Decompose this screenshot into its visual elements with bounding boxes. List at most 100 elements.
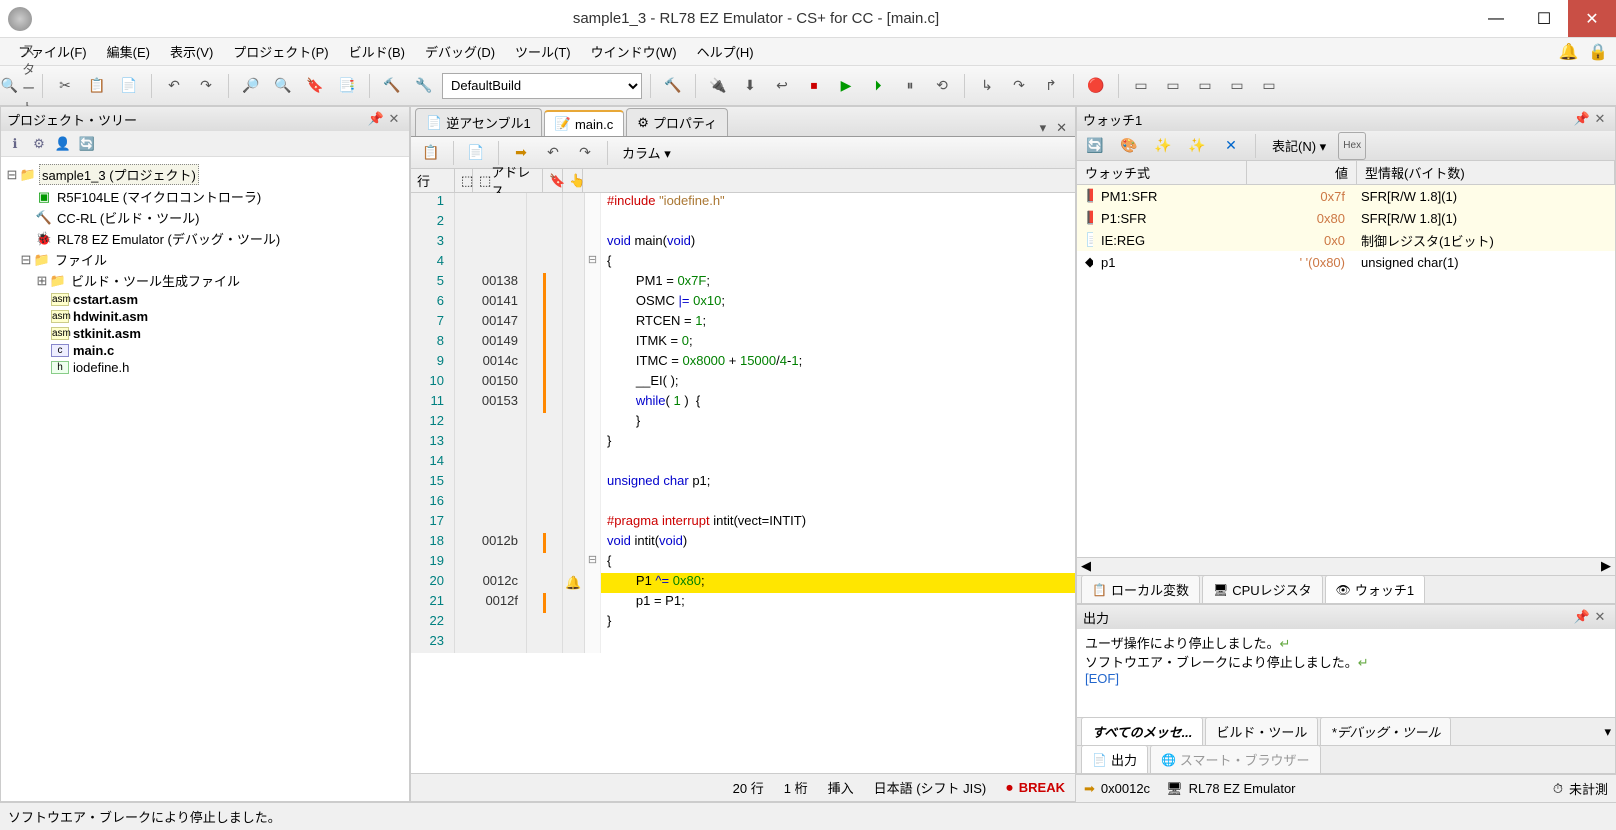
menu-view[interactable]: 表示(V) — [160, 38, 223, 65]
rebuild-icon[interactable]: 🔧 — [410, 72, 438, 100]
tree-files[interactable]: ⊟📁ファイル — [5, 249, 405, 270]
watch-list[interactable]: 📕PM1:SFR0x7fSFR[R/W 1.8](1)📕P1:SFR0x80SF… — [1077, 185, 1615, 557]
maximize-button[interactable]: ☐ — [1520, 0, 1568, 37]
code-line[interactable]: 500138 PM1 = 0x7F; — [411, 273, 1075, 293]
menu-edit[interactable]: 編集(E) — [97, 38, 160, 65]
code-line[interactable]: 3void main(void) — [411, 233, 1075, 253]
win2-icon[interactable]: ▭ — [1159, 72, 1187, 100]
tab-main[interactable]: 📝main.c — [544, 110, 624, 136]
code-line[interactable]: 14 — [411, 453, 1075, 473]
reset-icon[interactable]: ↩ — [768, 72, 796, 100]
minimize-button[interactable]: — — [1472, 0, 1520, 37]
watch-pin-icon[interactable]: 📌 — [1573, 111, 1591, 127]
watch-scrollbar[interactable]: ◀▶ — [1077, 557, 1615, 575]
outtab-menu-icon[interactable]: ▾ — [1604, 724, 1611, 740]
code-line[interactable]: 1000150 __EI( ); — [411, 373, 1075, 393]
tree-debug-tool[interactable]: 🐞RL78 EZ Emulator (デバッグ・ツール) — [5, 228, 405, 249]
column-menu[interactable]: カラム ▾ — [616, 143, 677, 162]
tree-btn2-icon[interactable]: ⚙ — [29, 136, 49, 152]
ed-redo-icon[interactable]: ↷ — [571, 139, 599, 167]
tree-file-iodefine[interactable]: hiodefine.h — [5, 359, 405, 376]
tree-file-cstart[interactable]: asmcstart.asm — [5, 291, 405, 308]
output-pin-icon[interactable]: 📌 — [1573, 609, 1591, 625]
code-line[interactable]: 600141 OSMC |= 0x10; — [411, 293, 1075, 313]
ed-undo-icon[interactable]: ↶ — [539, 139, 567, 167]
ed-btn1-icon[interactable]: 📋 — [417, 139, 445, 167]
code-editor[interactable]: 1#include "iodefine.h"23void main(void)4… — [411, 193, 1075, 773]
pin-icon[interactable]: 📌 — [367, 111, 385, 127]
code-line[interactable]: 210012f p1 = P1; — [411, 593, 1075, 613]
stop-icon[interactable]: ⏹ — [800, 72, 828, 100]
outtab-all[interactable]: すべてのメッセ... — [1081, 717, 1203, 746]
outtab-debug[interactable]: *デバッグ・ツール — [1320, 717, 1451, 746]
connect-icon[interactable]: 🔌 — [704, 72, 732, 100]
watch-add-icon[interactable]: ✨ — [1149, 132, 1177, 160]
ed-btn2-icon[interactable]: 📄 — [462, 139, 490, 167]
tree-refresh-icon[interactable]: 🔄 — [77, 136, 97, 152]
watch-delete-icon[interactable]: ✕ — [1217, 132, 1245, 160]
subtab-cpu[interactable]: 🖥 CPUレジスタ — [1202, 575, 1323, 604]
watch-refresh-icon[interactable]: 🔄 — [1081, 132, 1109, 160]
panel-close-icon[interactable]: ✕ — [385, 111, 403, 127]
step-out-icon[interactable]: ↱ — [1037, 72, 1065, 100]
start-button[interactable]: 🔍 スタート(S) — [6, 72, 34, 100]
code-line[interactable]: 22} — [411, 613, 1075, 633]
subtab-local[interactable]: 📋 ローカル変数 — [1081, 575, 1200, 604]
lock-icon[interactable]: 🔒 — [1588, 44, 1608, 61]
win1-icon[interactable]: ▭ — [1127, 72, 1155, 100]
build-config-select[interactable]: DefaultBuild — [442, 73, 642, 99]
redo-icon[interactable]: ↷ — [192, 72, 220, 100]
win5-icon[interactable]: ▭ — [1255, 72, 1283, 100]
step-over-icon[interactable]: ↷ — [1005, 72, 1033, 100]
project-tree[interactable]: ⊟📁sample1_3 (プロジェクト) ▣R5F104LE (マイクロコントロ… — [1, 157, 409, 801]
menu-window[interactable]: ウインドウ(W) — [581, 38, 687, 65]
run-icon[interactable]: ▶ — [832, 72, 860, 100]
code-line[interactable]: 23 — [411, 633, 1075, 653]
code-line[interactable]: 2 — [411, 213, 1075, 233]
pause-icon[interactable]: ⏸ — [896, 72, 924, 100]
run-mark-icon[interactable]: ⏵ — [864, 72, 892, 100]
tree-build-tool[interactable]: 🔨CC-RL (ビルド・ツール) — [5, 207, 405, 228]
watch-close-icon[interactable]: ✕ — [1591, 111, 1609, 127]
watch-add2-icon[interactable]: ✨ — [1183, 132, 1211, 160]
menu-tool[interactable]: ツール(T) — [505, 38, 581, 65]
code-line[interactable]: 200012c🔔 P1 ^= 0x80; — [411, 573, 1075, 593]
undo-icon[interactable]: ↶ — [160, 72, 188, 100]
find-next-icon[interactable]: 🔍 — [269, 72, 297, 100]
tree-file-stkinit[interactable]: asmstkinit.asm — [5, 325, 405, 342]
code-line[interactable]: 12 } — [411, 413, 1075, 433]
find-icon[interactable]: 🔎 — [237, 72, 265, 100]
tab-dropdown-icon[interactable]: ▾ — [1036, 120, 1051, 136]
tab-disasm[interactable]: 📄逆アセンブル1 — [415, 108, 542, 136]
bottab-output[interactable]: 📄 出力 — [1081, 745, 1148, 774]
tree-btn1-icon[interactable]: ℹ — [5, 136, 25, 152]
watch-row[interactable]: 📕PM1:SFR0x7fSFR[R/W 1.8](1) — [1077, 185, 1615, 207]
code-line[interactable]: 16 — [411, 493, 1075, 513]
watch-row[interactable]: ◆p1' '(0x80)unsigned char(1) — [1077, 251, 1615, 273]
tree-gen-files[interactable]: ⊞📁ビルド・ツール生成ファイル — [5, 270, 405, 291]
win3-icon[interactable]: ▭ — [1191, 72, 1219, 100]
build-icon[interactable]: 🔨 — [378, 72, 406, 100]
code-line[interactable]: 4⊟{ — [411, 253, 1075, 273]
cut-icon[interactable]: ✂ — [51, 72, 79, 100]
code-line[interactable]: 13} — [411, 433, 1075, 453]
menu-help[interactable]: ヘルプ(H) — [687, 38, 764, 65]
tree-root[interactable]: ⊟📁sample1_3 (プロジェクト) — [5, 163, 405, 186]
outtab-build[interactable]: ビルド・ツール — [1205, 717, 1318, 746]
code-line[interactable]: 17#pragma interrupt intit(vect=INTIT) — [411, 513, 1075, 533]
menu-build[interactable]: ビルド(B) — [339, 38, 415, 65]
tree-file-hdwinit[interactable]: asmhdwinit.asm — [5, 308, 405, 325]
code-line[interactable]: 700147 RTCEN = 1; — [411, 313, 1075, 333]
hex-icon[interactable]: Hex — [1338, 132, 1366, 160]
code-line[interactable]: 90014c ITMC = 0x8000 + 15000/4-1; — [411, 353, 1075, 373]
tab-close-icon[interactable]: ✕ — [1052, 120, 1071, 136]
code-line[interactable]: 180012bvoid intit(void) — [411, 533, 1075, 553]
menu-project[interactable]: プロジェクト(P) — [223, 38, 338, 65]
hammer-icon[interactable]: 🔨 — [659, 72, 687, 100]
subtab-watch[interactable]: 👁 ウォッチ1 — [1325, 575, 1425, 604]
tab-property[interactable]: ⚙プロパティ — [626, 108, 728, 136]
code-line[interactable]: 1#include "iodefine.h" — [411, 193, 1075, 213]
bottab-smart[interactable]: 🌐 スマート・ブラウザー — [1150, 745, 1321, 774]
notify-icon[interactable]: 🔔 — [1559, 44, 1579, 61]
download-icon[interactable]: ⬇ — [736, 72, 764, 100]
